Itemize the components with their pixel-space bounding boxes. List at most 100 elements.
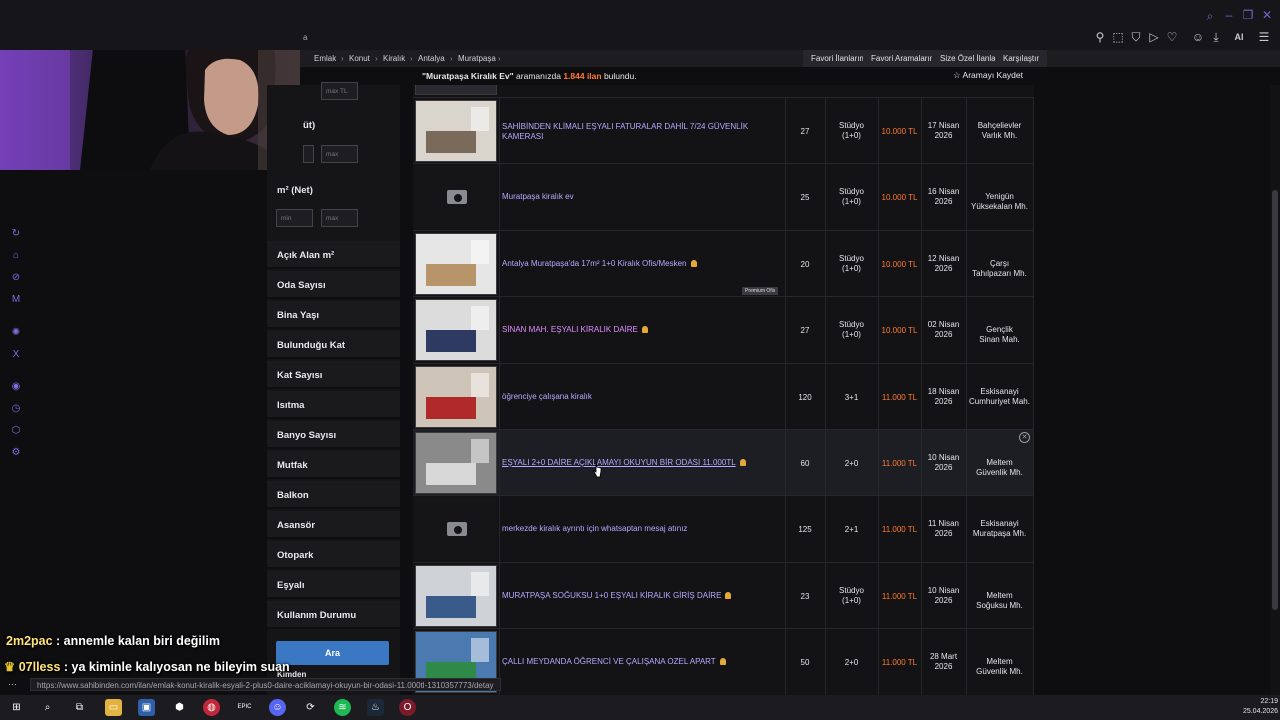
listing-title[interactable]: EŞYALI 2+0 DAİRE AÇIKLAMAYI OKUYUN BİR O… xyxy=(502,458,782,468)
discord-icon[interactable]: ☺ xyxy=(269,699,286,716)
listing-row[interactable]: EŞYALI 2+0 DAİRE AÇIKLAMAYI OKUYUN BİR O… xyxy=(413,429,1034,496)
m2-min-input[interactable]: min xyxy=(276,209,313,227)
filter-usage-status[interactable]: Kullanım Durumu xyxy=(267,601,400,629)
filter-floor[interactable]: Bulunduğu Kat xyxy=(267,331,400,359)
listing-title[interactable]: SAHİBİNDEN KLİMALI EŞYALI FATURALAR DAHİ… xyxy=(502,122,782,142)
tag-icon[interactable]: ⊘ xyxy=(10,272,22,284)
maximize-icon[interactable]: ❐ xyxy=(1241,8,1255,22)
download-icon[interactable]: ⤓ xyxy=(1208,29,1224,45)
listing-thumbnail[interactable] xyxy=(415,166,497,228)
listing-title[interactable]: merkezde kiralık ayrıntı için whatsaptan… xyxy=(502,524,782,534)
breadcrumb-item[interactable]: Antalya xyxy=(418,54,445,63)
listing-title[interactable]: Antalya Muratpaşa'da 17m² 1+0 Kiralık Of… xyxy=(502,259,782,269)
minimize-icon[interactable]: – xyxy=(1222,8,1236,22)
listing-row[interactable]: merkezde kiralık ayrıntı için whatsaptan… xyxy=(413,495,1034,562)
listing-thumbnail[interactable] xyxy=(415,565,497,627)
listing-title-text[interactable]: SİNAN MAH. EŞYALI KİRALIK DAİRE xyxy=(502,325,638,334)
play-icon[interactable]: ▷ xyxy=(1146,29,1162,45)
opera-gx-icon[interactable]: O xyxy=(399,699,416,716)
price-max-input[interactable]: max TL xyxy=(321,82,358,100)
mail-icon[interactable]: M xyxy=(10,294,22,306)
listing-row[interactable]: Antalya Muratpaşa'da 17m² 1+0 Kiralık Of… xyxy=(413,230,1034,297)
breadcrumb-item[interactable]: Muratpaşa xyxy=(458,54,496,63)
listing-title-text[interactable]: Antalya Muratpaşa'da 17m² 1+0 Kiralık Of… xyxy=(502,259,687,268)
m2-max-input[interactable]: max xyxy=(321,209,358,227)
search-button[interactable]: Ara xyxy=(276,641,389,665)
listing-title-text[interactable]: EŞYALI 2+0 DAİRE AÇIKLAMAYI OKUYUN BİR O… xyxy=(502,458,736,467)
settings-icon[interactable]: ⚙ xyxy=(10,447,22,459)
app-icon[interactable]: ⬢ xyxy=(171,699,188,716)
listing-title-text[interactable]: SAHİBİNDEN KLİMALI EŞYALI FATURALAR DAHİ… xyxy=(502,122,748,141)
listing-title[interactable]: öğrenciye çalışana kiralık xyxy=(502,392,782,402)
listing-row[interactable]: ÇALLI MEYDANDA ÖĞRENCİ VE ÇALIŞANA OZEL … xyxy=(413,628,1034,695)
close-circle-icon[interactable]: ✕ xyxy=(1019,432,1030,443)
listing-title[interactable]: Muratpaşa kiralık ev xyxy=(502,192,782,202)
filter-parking[interactable]: Otopark xyxy=(267,541,400,569)
scrollbar-thumb[interactable] xyxy=(1272,190,1278,610)
bag-icon[interactable]: ⌂ xyxy=(10,250,22,262)
listing-title-text[interactable]: MURATPAŞA SOĞUKSU 1+0 EŞYALI KİRALIK GİR… xyxy=(502,591,721,600)
listing-thumbnail[interactable] xyxy=(415,100,497,162)
browser-icon[interactable]: ◍ xyxy=(203,699,220,716)
save-search-button[interactable]: ☆ Aramayı Kaydet xyxy=(953,70,1023,81)
listing-title-text[interactable]: öğrenciye çalışana kiralık xyxy=(502,392,592,401)
close-icon[interactable]: ✕ xyxy=(1260,8,1274,22)
filter-open-area[interactable]: Açık Alan m² xyxy=(267,241,400,269)
task-view-icon[interactable]: ⧉ xyxy=(71,699,88,716)
listing-row[interactable]: SİNAN MAH. EŞYALI KİRALIK DAİRE 27 Stüdy… xyxy=(413,296,1034,363)
play-circle-icon[interactable]: ◉ xyxy=(10,381,22,393)
breadcrumb-item[interactable]: Kiralık xyxy=(383,54,405,63)
search-icon[interactable]: ⌕ xyxy=(1202,8,1218,24)
listing-title[interactable]: ÇALLI MEYDANDA ÖĞRENCİ VE ÇALIŞANA OZEL … xyxy=(502,657,782,667)
listing-thumbnail[interactable] xyxy=(415,233,497,295)
filter-elevator[interactable]: Asansör xyxy=(267,511,400,539)
file-explorer-icon[interactable]: ▭ xyxy=(105,699,122,716)
screenshot-icon[interactable]: ⬚ xyxy=(1110,29,1126,45)
chatgpt-icon[interactable]: ✺ xyxy=(10,327,22,339)
breadcrumb-item[interactable]: Konut xyxy=(349,54,370,63)
filter-furnished[interactable]: Eşyalı xyxy=(267,571,400,599)
filter-bathroom-count[interactable]: Banyo Sayısı xyxy=(267,421,400,449)
partial-max-input[interactable]: max xyxy=(321,145,358,163)
partial-min-input[interactable] xyxy=(303,145,314,163)
listing-title-text[interactable]: ÇALLI MEYDANDA ÖĞRENCİ VE ÇALIŞANA OZEL … xyxy=(502,657,716,666)
listing-title[interactable]: SİNAN MAH. EŞYALI KİRALIK DAİRE xyxy=(502,325,782,335)
filter-kitchen[interactable]: Mutfak xyxy=(267,451,400,479)
listing-thumbnail[interactable] xyxy=(415,366,497,428)
app-icon[interactable]: ⟳ xyxy=(302,699,319,716)
steam-icon[interactable]: ♨ xyxy=(367,699,384,716)
search-icon[interactable]: ⌕ xyxy=(39,699,56,716)
windows-start-icon[interactable]: ⊞ xyxy=(8,699,25,716)
epic-games-icon[interactable]: EPIC xyxy=(236,699,253,716)
listing-title-text[interactable]: Muratpaşa kiralık ev xyxy=(502,192,574,201)
filter-heating[interactable]: Isıtma xyxy=(267,391,400,419)
breadcrumb-item[interactable]: Emlak xyxy=(314,54,336,63)
spotify-icon[interactable]: ≋ xyxy=(334,699,351,716)
filter-room-count[interactable]: Oda Sayısı xyxy=(267,271,400,299)
listing-row[interactable]: öğrenciye çalışana kiralık 120 3+1 11.00… xyxy=(413,363,1034,430)
filter-building-age[interactable]: Bina Yaşı xyxy=(267,301,400,329)
bookmark-icon[interactable]: ⚲ xyxy=(1092,29,1108,45)
menu-icon[interactable]: ☰ xyxy=(1256,29,1272,45)
filter-floor-count[interactable]: Kat Sayısı xyxy=(267,361,400,389)
listing-row[interactable]: MURATPAŞA SOĞUKSU 1+0 EŞYALI KİRALIK GİR… xyxy=(413,562,1034,629)
x-icon[interactable]: X xyxy=(10,349,22,361)
listing-title[interactable]: MURATPAŞA SOĞUKSU 1+0 EŞYALI KİRALIK GİR… xyxy=(502,591,782,601)
filter-balcony[interactable]: Balkon xyxy=(267,481,400,509)
refresh-icon[interactable]: ↻ xyxy=(10,228,22,240)
ai-extension-icon[interactable]: AI xyxy=(1228,29,1250,45)
heart-icon[interactable]: ♡ xyxy=(1164,29,1180,45)
listing-row[interactable]: Muratpaşa kiralık ev 25 Stüdyo (1+0) 10.0… xyxy=(413,163,1034,230)
listing-thumbnail[interactable] xyxy=(415,85,497,95)
tab-compare[interactable]: Karşılaştır xyxy=(995,50,1048,67)
listing-thumbnail[interactable] xyxy=(415,432,497,494)
profile-icon[interactable]: ☺ xyxy=(1190,29,1206,45)
cube-icon[interactable]: ⬡ xyxy=(10,425,22,437)
listing-row[interactable]: SAHİBİNDEN KLİMALI EŞYALI FATURALAR DAHİ… xyxy=(413,97,1034,164)
listing-thumbnail[interactable] xyxy=(415,299,497,361)
clock-icon[interactable]: ◷ xyxy=(10,403,22,415)
shield-icon[interactable]: ⛉ xyxy=(1128,29,1144,45)
app-icon[interactable]: ▣ xyxy=(138,699,155,716)
listing-thumbnail[interactable] xyxy=(415,498,497,560)
listing-title-text[interactable]: merkezde kiralık ayrıntı için whatsaptan… xyxy=(502,524,687,533)
